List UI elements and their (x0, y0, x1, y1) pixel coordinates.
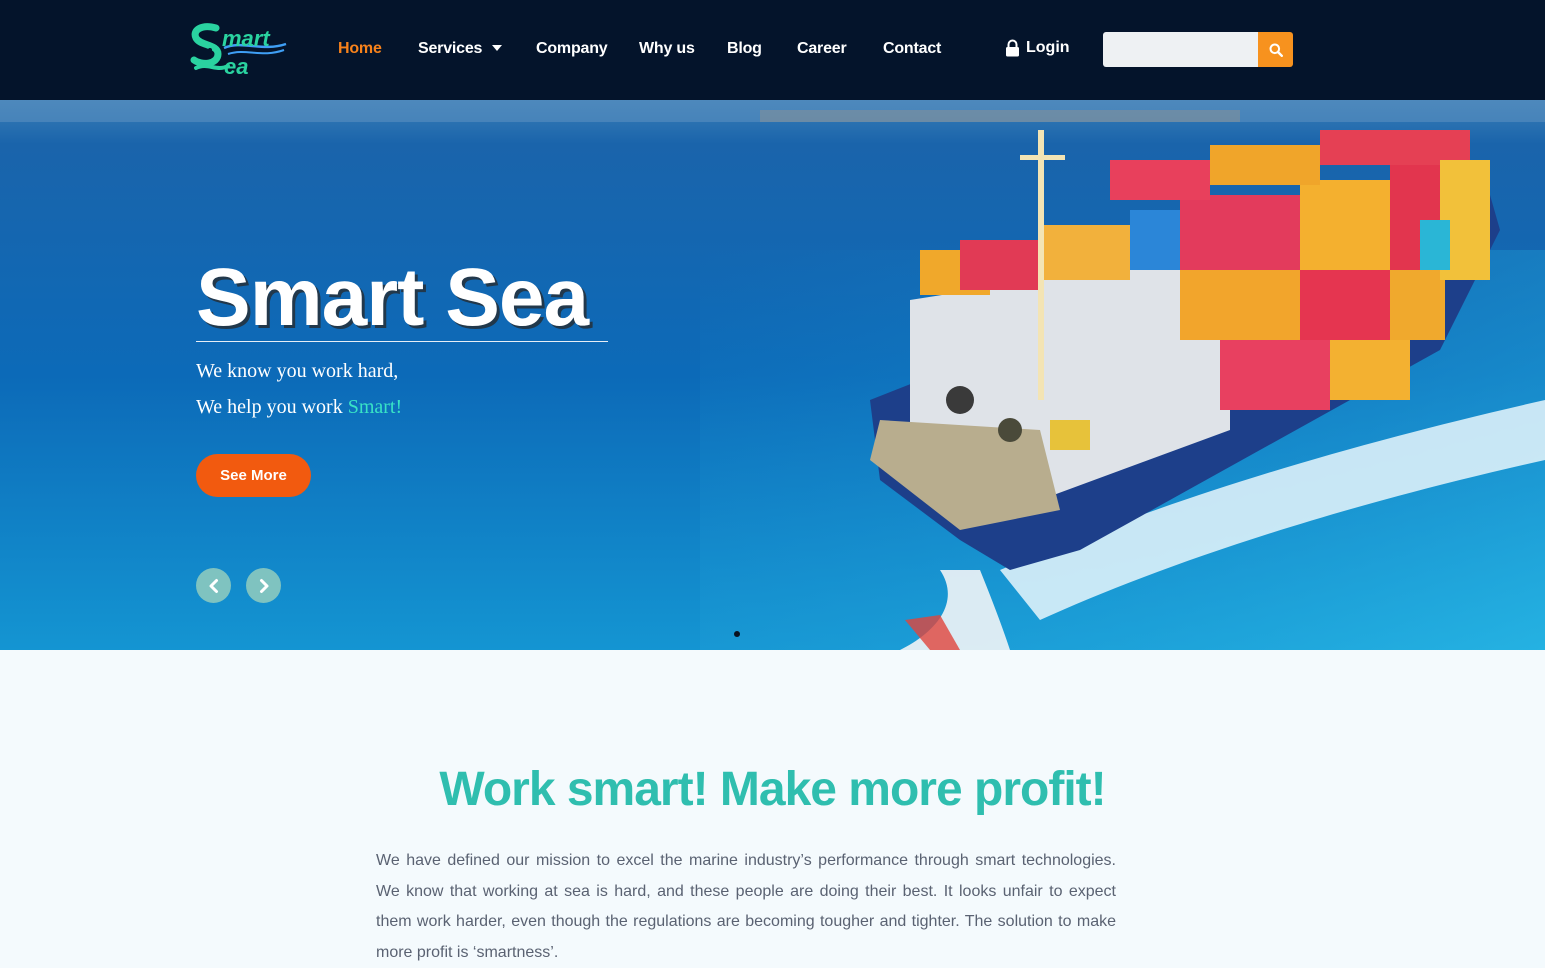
nav-career[interactable]: Career (797, 39, 847, 59)
login-label: Login (1026, 39, 1070, 56)
see-more-button[interactable]: See More (196, 454, 311, 497)
lock-icon (1006, 39, 1019, 57)
search-icon (1269, 43, 1283, 57)
hero-tagline-line1: We know you work hard, (196, 360, 399, 382)
section-paragraph: We have defined our mission to excel the… (376, 852, 1116, 961)
hero-slider: Smart Sea We know you work hard, We help… (0, 100, 1545, 650)
search-input[interactable] (1103, 32, 1258, 67)
nav-contact[interactable]: Contact (883, 39, 941, 59)
slider-pagination-dot[interactable] (734, 631, 740, 637)
nav-why-us[interactable]: Why us (639, 39, 695, 59)
chevron-right-icon (259, 578, 268, 593)
nav-services[interactable]: Services (418, 39, 503, 59)
nav-company[interactable]: Company (536, 39, 608, 59)
chevron-left-icon (209, 578, 218, 593)
hero-tagline-accent: Smart! (347, 396, 403, 418)
nav-services-label: Services (418, 40, 483, 57)
logo-text-bottom: ea (224, 54, 248, 78)
hero-tagline-line2: We help you work Smart! (196, 394, 402, 420)
hero-divider (196, 341, 608, 342)
hero-title: Smart Sea (196, 252, 589, 343)
hero-tagline-prefix: We help you work (196, 396, 348, 418)
logo-text-top: mart (222, 26, 271, 51)
smart-sea-logo[interactable]: mart ea (188, 22, 290, 78)
caret-down-icon (492, 44, 503, 51)
nav-blog[interactable]: Blog (727, 39, 762, 59)
slider-prev-button[interactable] (196, 568, 231, 603)
login-link[interactable]: Login (1005, 38, 1070, 58)
section-heading: Work smart! Make more profit! (439, 763, 1106, 816)
site-header: mart ea Home Services Company Why us Blo… (0, 0, 1545, 100)
slider-next-button[interactable] (246, 568, 281, 603)
nav-home[interactable]: Home (338, 39, 382, 59)
search-button[interactable] (1258, 32, 1293, 67)
